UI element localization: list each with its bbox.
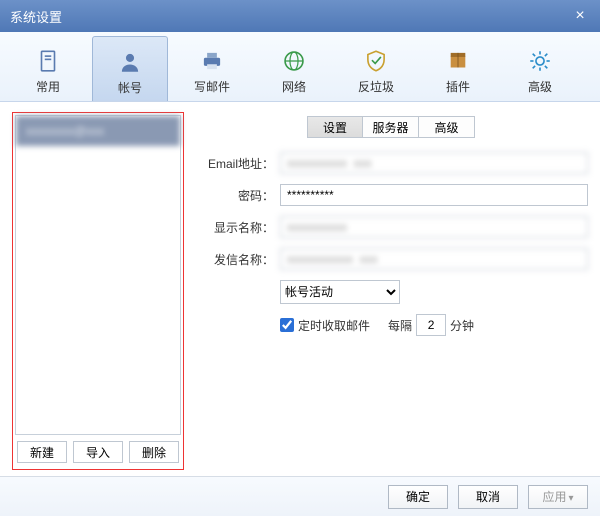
box-icon (445, 48, 471, 74)
page-icon (35, 48, 61, 74)
user-icon (117, 49, 143, 75)
sender-name-field[interactable] (280, 248, 588, 270)
toolbar-label: 高级 (528, 78, 552, 95)
main-content: xxxxxxxx@xxx 新建 导入 删除 设置 服务器 高级 Email地址：… (0, 102, 600, 476)
tab-network[interactable]: 网络 (256, 36, 332, 101)
tab-compose[interactable]: 写邮件 (174, 36, 250, 101)
cancel-button[interactable]: 取消 (458, 485, 518, 509)
timer-interval-field[interactable] (416, 314, 446, 336)
timer-every-label: 每隔 (388, 317, 412, 334)
toolbar-label: 写邮件 (194, 78, 230, 95)
account-panel: xxxxxxxx@xxx 新建 导入 删除 (12, 112, 184, 470)
toolbar-label: 网络 (282, 78, 306, 95)
toolbar-label: 插件 (446, 78, 470, 95)
timer-checkbox[interactable] (280, 318, 294, 332)
subtab-settings[interactable]: 设置 (307, 116, 363, 138)
timer-unit-label: 分钟 (450, 317, 474, 334)
gear-icon (527, 48, 553, 74)
apply-button[interactable]: 应用▾ (528, 485, 588, 509)
globe-icon (281, 48, 307, 74)
delete-account-button[interactable]: 删除 (129, 441, 179, 463)
subtab-server[interactable]: 服务器 (363, 116, 419, 138)
import-account-button[interactable]: 导入 (73, 441, 123, 463)
sub-tabs: 设置 服务器 高级 (194, 116, 588, 138)
dialog-footer: 确定 取消 应用▾ (0, 476, 600, 516)
tab-account[interactable]: 帐号 (92, 36, 168, 101)
window-title: 系统设置 (10, 7, 62, 26)
tab-advanced[interactable]: 高级 (502, 36, 578, 101)
tab-common[interactable]: 常用 (10, 36, 86, 101)
display-name-label: 显示名称： (194, 219, 274, 236)
close-icon[interactable]: × (570, 7, 590, 25)
account-list-item[interactable]: xxxxxxxx@xxx (16, 116, 180, 146)
email-field[interactable] (280, 152, 588, 174)
settings-form: Email地址： 密码： 显示名称： 发信名称： 帐号活动 (194, 152, 588, 346)
account-list[interactable]: xxxxxxxx@xxx (15, 115, 181, 435)
email-label: Email地址： (194, 155, 274, 172)
main-toolbar: 常用 帐号 写邮件 网络 反垃圾 插件 高级 (0, 32, 600, 102)
chevron-down-icon: ▾ (568, 493, 573, 504)
account-detail: 设置 服务器 高级 Email地址： 密码： 显示名称： 发信名称： (194, 112, 588, 470)
toolbar-label: 反垃圾 (358, 78, 394, 95)
timer-check-label: 定时收取邮件 (298, 317, 370, 334)
account-activity-select[interactable]: 帐号活动 (280, 280, 400, 304)
toolbar-label: 常用 (36, 78, 60, 95)
subtab-advanced[interactable]: 高级 (419, 116, 475, 138)
ok-button[interactable]: 确定 (388, 485, 448, 509)
display-name-field[interactable] (280, 216, 588, 238)
tab-plugin[interactable]: 插件 (420, 36, 496, 101)
toolbar-label: 帐号 (118, 79, 142, 96)
sender-name-label: 发信名称： (194, 251, 274, 268)
password-field[interactable] (280, 184, 588, 206)
shield-icon (363, 48, 389, 74)
tab-spam[interactable]: 反垃圾 (338, 36, 414, 101)
new-account-button[interactable]: 新建 (17, 441, 67, 463)
title-bar: 系统设置 × (0, 0, 600, 32)
printer-icon (199, 48, 225, 74)
password-label: 密码： (194, 187, 274, 204)
